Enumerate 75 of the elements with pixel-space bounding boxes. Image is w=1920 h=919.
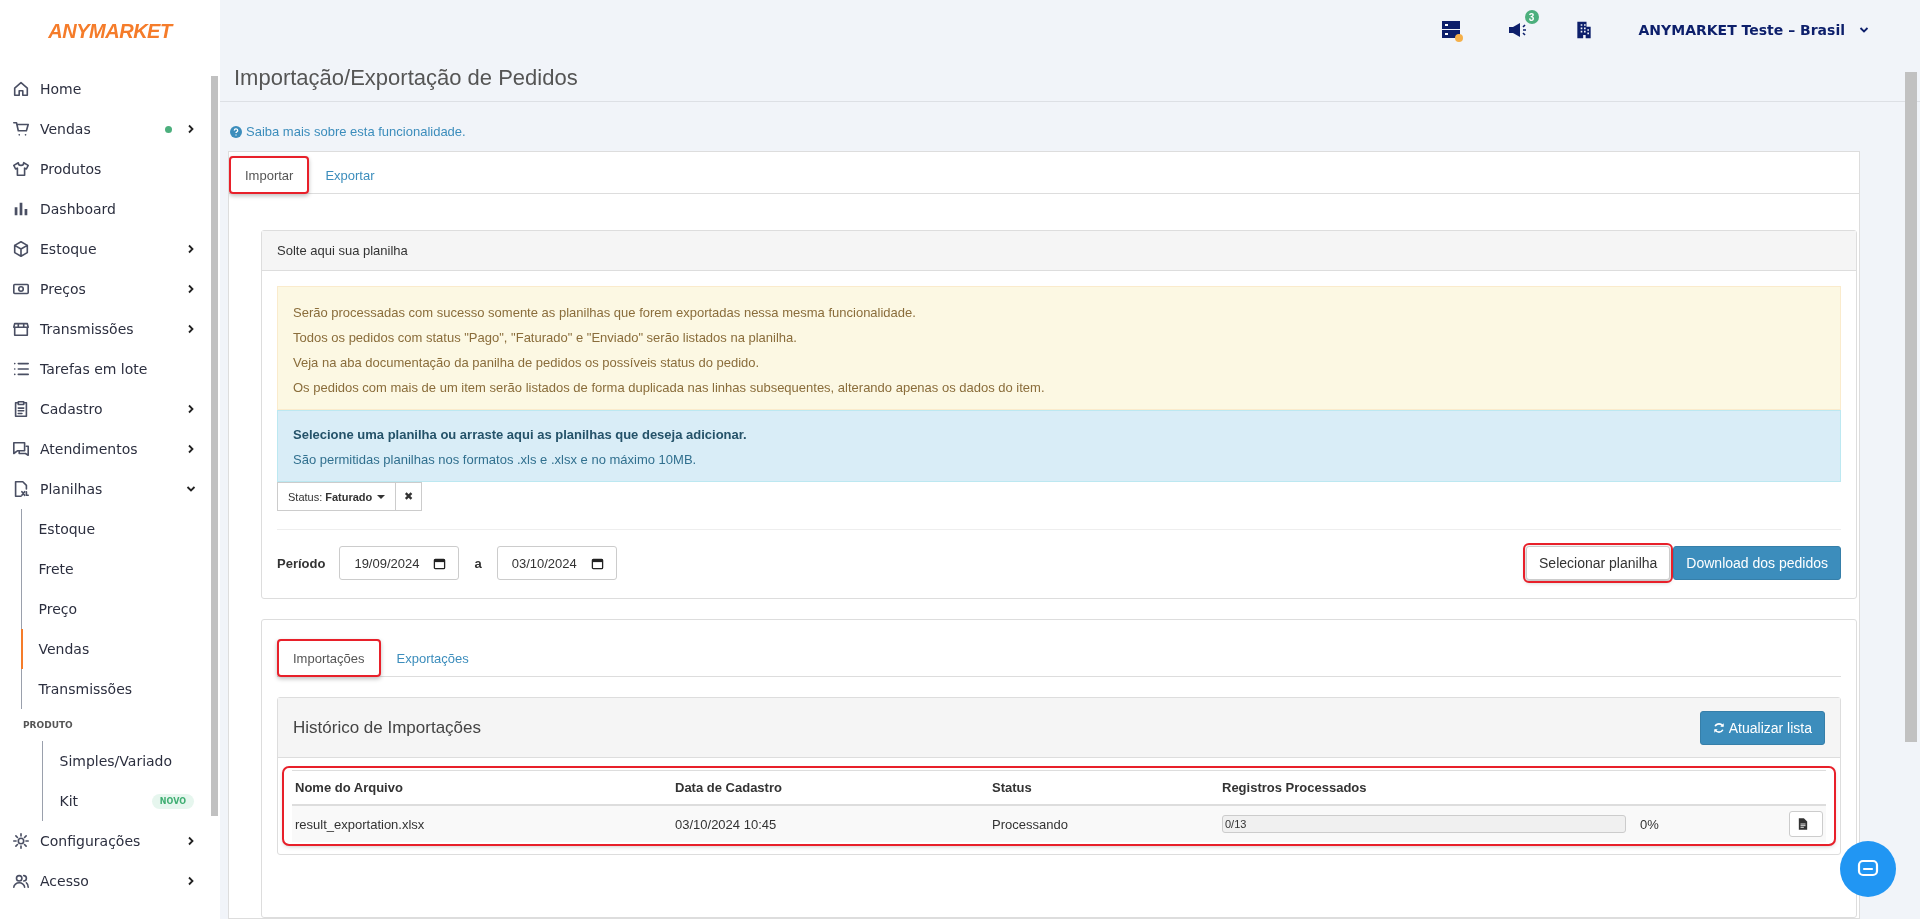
chevron-icon [1859,25,1869,35]
sidebar-subitem[interactable]: Vendas [20,629,202,669]
scrollbar[interactable] [1905,72,1917,742]
tab[interactable]: Exportar [309,156,391,194]
table-cell: result_exportation.xlsx [292,805,672,842]
notification-badge: 3 [1524,10,1539,24]
home-icon [12,80,30,98]
alert-text: Veja na aba documentação da panilha de pedidos os possíveis status do pedido. [293,354,761,372]
logo: ANYMARKET [47,20,175,43]
chat-icon [12,440,30,458]
server-icon [1439,18,1464,42]
sidebar-item[interactable]: Atendimentos [0,429,202,469]
sidebar-subitem[interactable]: Estoque [20,509,202,549]
table-cell: 03/10/2024 10:45 [672,805,989,842]
drop-zone[interactable]: Selecione uma planilha ou arraste aqui as planilhas que deseja adicionar. São permitidas planilhas nos formatos .xls e .xlsx e no máximo 10MB. [277,410,1841,482]
alert-text: Todos os pedidos com status "Pago", "Faturado" e "Enviado" serão listados na planilha. [293,329,798,347]
section-heading: PRODUTO [22,719,74,732]
file-button[interactable] [1789,811,1823,837]
refresh-icon [1712,721,1725,734]
percent-text: 0% [1640,816,1659,832]
tab[interactable]: Exportações [380,639,485,677]
sidebar-item[interactable]: Cadastro [0,389,202,429]
help-icon [230,125,242,138]
sidebar-subitem[interactable]: Frete [20,549,202,589]
cube-icon [12,240,30,258]
bar-chart-icon [12,200,30,218]
tab[interactable]: Importar [229,156,310,194]
caret-icon [377,494,386,499]
file-icon [1798,818,1808,830]
spreadsheet-icon [12,480,30,498]
users-icon [12,872,30,890]
download-button[interactable]: Download dos pedidos [1673,546,1841,580]
drop-hint: São permitidas planilhas nos formatos .xls e .xlsx e no máximo 10MB. [293,451,698,469]
sidebar-subitem[interactable]: Transmissões [20,669,202,709]
tab[interactable]: Importações [277,639,381,677]
sidebar-subitem[interactable]: Preço [20,589,202,629]
clear-filter-button[interactable]: ✖ [395,482,423,511]
new-badge: NOVO [151,793,194,809]
panel-title: Solte aqui sua planilha [262,231,1856,271]
table-cell: Processando [989,805,1219,842]
progress-text: 0/13 [1225,818,1247,830]
drop-title: Selecione uma planilha ou arraste aqui as planilhas que deseja adicionar. [293,426,748,444]
sidebar-subitem[interactable]: Kit NOVO [41,781,202,821]
page-title: Importação/Exportação de Pedidos [234,65,578,91]
calendar-icon [433,556,447,570]
scrollbar[interactable] [211,76,218,816]
store-icon [12,320,30,338]
sidebar-item[interactable]: Dashboard [0,189,202,229]
alert-text: Os pedidos com mais de um item serão listados de forma duplicada nas linhas subsequentes, alterando apenas os dados do item. [293,379,1046,397]
sidebar-item[interactable]: Configurações [0,821,202,861]
list-icon [12,360,30,378]
cart-icon [12,120,30,138]
period-separator: a [474,555,482,571]
sidebar-item[interactable]: Produtos [0,149,202,189]
panel-title: Histórico de Importações [293,717,482,738]
period-label: Período [277,555,326,571]
sidebar-item[interactable]: Planilhas [0,469,202,509]
calendar-icon [590,556,604,570]
sidebar-item[interactable]: Transmissões [0,309,202,349]
sidebar-item[interactable]: Preços [0,269,202,309]
select-file-button[interactable]: Selecionar planilha [1526,546,1671,580]
sidebar-subitem[interactable]: Simples/Variado [41,741,202,781]
account-menu[interactable]: ANYMARKET Teste – Brasil [1638,22,1875,38]
shirt-icon [12,160,30,178]
sidebar-item[interactable]: Home [0,69,202,109]
sidebar-item[interactable]: Estoque [0,229,202,269]
date-field[interactable]: 03/10/2024 [496,546,617,580]
clipboard-icon [12,400,30,418]
status-filter-button[interactable]: Status: Faturado [277,482,397,511]
sidebar-item[interactable]: Acesso [0,861,202,901]
sidebar-item[interactable]: Vendas [0,109,202,149]
refresh-button[interactable]: Atualizar lista [1699,710,1825,745]
sidebar-item[interactable]: Tarefas em lote [0,349,202,389]
alert-text: Serão processadas com sucesso somente as planilhas que forem exportadas nessa mesma funcionalidade. [293,304,917,322]
date-field[interactable]: 19/09/2024 [339,546,460,580]
